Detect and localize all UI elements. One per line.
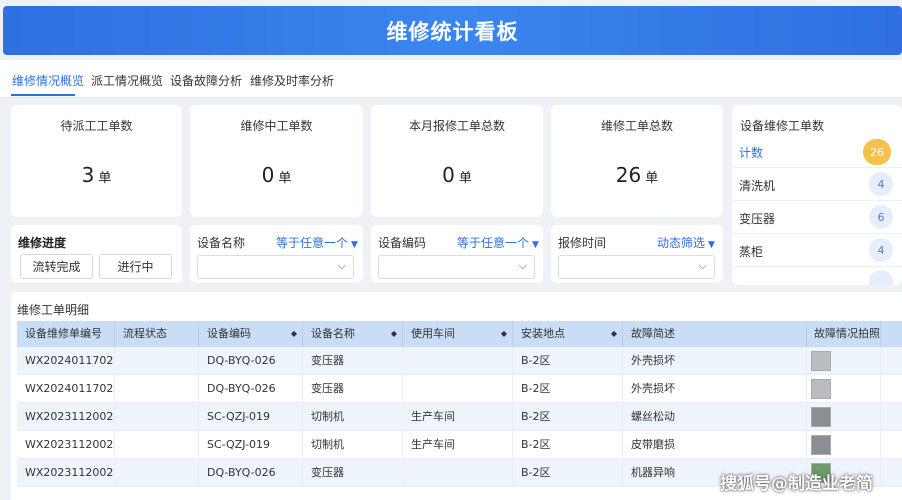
count-badge: 6 (869, 205, 893, 229)
kpi-card-monthly-reports: 本月报修工单总数 0单 (371, 105, 543, 217)
dashboard-header: 维修统计看板 (3, 6, 902, 55)
progress-filter: 维修进度 流转完成 进行中 (11, 225, 182, 283)
tab-fault-analysis[interactable]: 设备故障分析 (170, 72, 242, 89)
sort-icon: ◆ (290, 329, 297, 338)
chevron-down-icon: ⌵ (698, 259, 707, 272)
kpi-value: 0单 (442, 163, 472, 187)
filter-title: 维修进度 (18, 236, 67, 250)
equipment-code-filter: 设备编码 等于任意一个 ▼ ⌵ (371, 225, 543, 283)
kpi-title: 本月报修工单总数 (408, 119, 505, 133)
column-header[interactable]: 故障简述 (623, 321, 807, 347)
equipment-row[interactable]: 变压器 6 (732, 201, 902, 234)
fault-photo-cell (807, 375, 881, 403)
count-badge: 4 (869, 172, 893, 196)
equipment-code-select[interactable]: ⌵ (378, 255, 535, 279)
tab-bar: 维修情况概览 派工情况概览 设备故障分析 维修及时率分析 (0, 60, 902, 98)
column-header[interactable]: 设备维修单编号 (17, 321, 115, 347)
filter-operator[interactable]: 等于任意一个 ▼ (276, 234, 358, 251)
caret-down-icon: ▼ (708, 240, 715, 250)
kpi-card-total-orders: 维修工单总数 26 单 (551, 105, 723, 217)
kpi-value: 3单 (81, 163, 112, 187)
table-row[interactable]: WX20231120024 SC-QZJ-019 切制机 生产车间 B-2区 螺… (17, 403, 902, 431)
fault-photo[interactable] (811, 435, 831, 455)
fault-photo[interactable] (811, 351, 831, 371)
chevron-down-icon: ⌵ (337, 259, 346, 272)
column-header[interactable]: 使用车间 ◆ (403, 321, 513, 347)
completed-button[interactable]: 流转完成 (20, 254, 93, 279)
column-header[interactable]: 安装地点 ◆ (513, 321, 623, 347)
kpi-title: 待派工工单数 (60, 119, 133, 133)
kpi-value: 0单 (261, 163, 292, 187)
count-badge: 26 (863, 139, 891, 165)
filter-operator[interactable]: 等于任意一个 ▼ (457, 234, 539, 251)
table-row[interactable]: WX20240117025 DQ-BYQ-026 变压器 B-2区 外壳损坏 (17, 375, 902, 403)
table-row[interactable]: WX20231120023 SC-QZJ-019 切制机 生产车间 B-2区 皮… (17, 431, 902, 459)
filter-operator[interactable]: 动态筛选 ▼ (657, 234, 715, 251)
in-progress-button[interactable]: 进行中 (99, 254, 172, 279)
tab-dispatch-overview[interactable]: 派工情况概览 (91, 72, 163, 89)
dashboard-title: 维修统计看板 (386, 19, 519, 44)
kpi-title: 维修中工单数 (240, 119, 313, 133)
chevron-down-icon: ⌵ (518, 259, 527, 272)
equipment-orders-panel: 设备维修工单数 计数 26 清洗机 4 变压器 6 蒸柜 4 (732, 105, 902, 285)
filter-title: 设备名称 (197, 236, 246, 250)
kpi-title: 维修工单总数 (600, 119, 673, 133)
filter-title: 设备编码 (378, 236, 427, 250)
kpi-card-pending-dispatch: 待派工工单数 3单 (11, 105, 182, 217)
sort-icon: ◆ (390, 329, 397, 338)
report-time-filter: 报修时间 动态筛选 ▼ ⌵ (551, 225, 723, 283)
sort-icon: ◆ (610, 329, 617, 338)
report-time-select[interactable]: ⌵ (558, 255, 715, 279)
column-header[interactable]: 流程状态 (115, 321, 199, 347)
column-header[interactable]: 设备名称 ◆ (303, 321, 403, 347)
fault-photo[interactable] (811, 407, 831, 427)
column-header[interactable]: 设备编码 ◆ (199, 321, 303, 347)
tab-timeliness-analysis[interactable]: 维修及时率分析 (250, 72, 334, 89)
column-header[interactable]: 故障情况拍照 (807, 321, 881, 347)
active-tab-indicator (11, 94, 75, 96)
kpi-value: 26 单 (615, 163, 659, 187)
count-badge (869, 270, 893, 285)
sort-icon: ◆ (500, 329, 507, 338)
equipment-row[interactable]: 清洗机 4 (732, 168, 902, 201)
filter-title: 报修时间 (558, 236, 607, 250)
equipment-row[interactable]: 蒸柜 4 (732, 234, 902, 267)
fault-photo-cell (807, 403, 881, 431)
kpi-card-in-repair: 维修中工单数 0单 (190, 105, 363, 217)
count-badge: 4 (869, 238, 893, 262)
tab-maintenance-overview[interactable]: 维修情况概览 (12, 72, 84, 89)
caret-down-icon: ▼ (532, 240, 539, 250)
table-row[interactable]: WX20240117026 DQ-BYQ-026 变压器 B-2区 外壳损坏 (17, 347, 902, 375)
fault-photo-cell (807, 347, 881, 375)
fault-photo-cell (807, 431, 881, 459)
caret-down-icon: ▼ (351, 240, 358, 250)
fault-photo[interactable] (811, 379, 831, 399)
equipment-name-filter: 设备名称 等于任意一个 ▼ ⌵ (190, 225, 363, 283)
equipment-row[interactable] (732, 267, 902, 285)
column-header-overflow (881, 321, 902, 347)
equipment-row[interactable]: 计数 26 (732, 135, 902, 168)
panel-title: 设备维修工单数 (740, 119, 825, 133)
equipment-name-select[interactable]: ⌵ (197, 255, 354, 279)
watermark: 搜狐号@制造业老简 (720, 474, 873, 494)
table-header: 设备维修单编号 流程状态 设备编码 ◆ 设备名称 ◆ 使用车间 ◆ 安装地点 ◆ 故障简… (17, 321, 902, 347)
table-title: 维修工单明细 (17, 303, 90, 317)
